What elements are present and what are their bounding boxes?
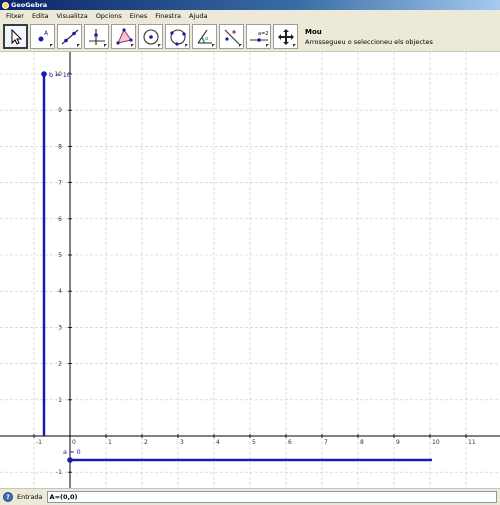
label-a: a = 0	[63, 448, 81, 456]
tool-polygon-button[interactable]	[111, 24, 136, 49]
move-arrow-icon	[11, 28, 22, 45]
tool-slider-button[interactable]: a=2	[246, 24, 271, 49]
tool-move-button[interactable]	[3, 24, 28, 49]
svg-text:A: A	[44, 30, 49, 37]
x-tick-label: 10	[432, 439, 440, 446]
input-help-icon[interactable]: ?	[3, 492, 13, 502]
y-axis-ticks: 12345678910-1	[54, 71, 72, 476]
menu-ajuda[interactable]: Ajuda	[185, 10, 211, 22]
menu-finestra[interactable]: Finestra	[151, 10, 185, 22]
title-bar: GeoGebra	[0, 0, 500, 10]
grid-lines	[0, 52, 500, 488]
tool-circle-three-points-button[interactable]	[165, 24, 190, 49]
point-a[interactable]	[67, 457, 73, 463]
x-tick-label: 2	[144, 439, 148, 446]
menu-fitxer[interactable]: Fitxer	[2, 10, 28, 22]
tool-help-title: Mou	[305, 28, 322, 36]
input-field[interactable]: A=(0,0)	[46, 491, 497, 503]
tool-perpendicular-button[interactable]	[84, 24, 109, 49]
x-tick-label: 5	[252, 439, 256, 446]
tool-help-text: Arrossegueu o seleccioneu els objectes	[305, 38, 433, 46]
tool-circle-center-button[interactable]	[138, 24, 163, 49]
input-bar: ? Entrada A=(0,0)	[0, 488, 500, 505]
x-tick-label: 9	[396, 439, 400, 446]
y-tick-label: 2	[58, 361, 62, 368]
graphics-view[interactable]: -1 0 1 2 3 4 5 6 7 8 9 10 11 1 2 3 4 5 6 7 8 9 10 -1 b = 10 a …	[0, 52, 500, 488]
menu-opcions[interactable]: Opcions	[92, 10, 126, 22]
svg-text:α: α	[205, 36, 209, 42]
y-tick-label: 3	[58, 324, 62, 331]
tool-line-button[interactable]	[57, 24, 82, 49]
menu-edita[interactable]: Edita	[28, 10, 53, 22]
y-tick-label: 7	[58, 180, 62, 187]
x-tick-label: 6	[288, 439, 292, 446]
input-label: Entrada	[17, 493, 43, 501]
y-tick-label: 4	[58, 288, 62, 295]
y-tick-label: 8	[58, 143, 62, 150]
x-tick-label: -1	[36, 439, 42, 446]
x-tick-label: 1	[108, 439, 112, 446]
window-title: GeoGebra	[11, 1, 48, 9]
tool-reflect-button[interactable]	[219, 24, 244, 49]
tool-point-button[interactable]: A	[30, 24, 55, 49]
x-tick-label: 7	[324, 439, 328, 446]
y-tick-label: 1	[58, 397, 62, 404]
x-tick-label: 8	[360, 439, 364, 446]
tool-move-graphics-button[interactable]	[273, 24, 298, 49]
y-tick-label: 5	[58, 252, 62, 259]
y-tick-label: 6	[58, 216, 62, 223]
x-tick-label: 0	[72, 439, 76, 446]
y-tick-label: -1	[56, 469, 62, 476]
geogebra-logo-icon	[2, 1, 9, 9]
menu-eines[interactable]: Eines	[126, 10, 151, 22]
svg-text:a=2: a=2	[258, 31, 268, 37]
x-tick-label: 3	[180, 439, 184, 446]
x-tick-label: 4	[216, 439, 220, 446]
menu-visualitza[interactable]: Visualitza	[53, 10, 92, 22]
point-b[interactable]	[41, 71, 47, 77]
y-tick-label: 9	[58, 107, 62, 114]
x-tick-label: 11	[468, 439, 476, 446]
graphics-canvas[interactable]: -1 0 1 2 3 4 5 6 7 8 9 10 11 12345678910-1 b = 10 a …	[0, 52, 500, 488]
tool-angle-button[interactable]: α	[192, 24, 217, 49]
label-b: b = 10	[49, 71, 71, 79]
toolbar: A α a=2	[0, 22, 500, 52]
menu-bar: Fitxer Edita Visualitza Opcions Eines Fi…	[0, 10, 500, 22]
